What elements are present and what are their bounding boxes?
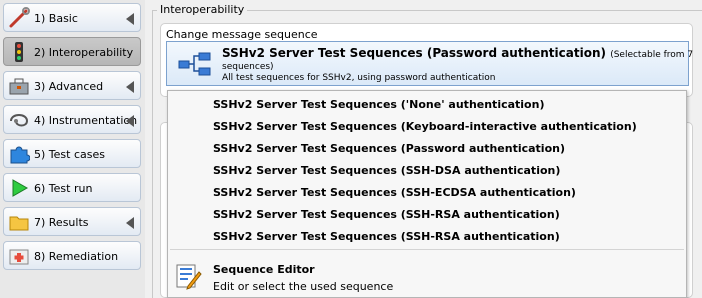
sequence-panel: Change message sequence SSHv2 Server Tes… xyxy=(160,23,693,97)
wrench-icon xyxy=(8,7,30,29)
play-icon xyxy=(8,177,30,199)
toolbox-icon xyxy=(8,75,30,97)
traffic-light-icon xyxy=(8,41,30,63)
expand-arrow-icon[interactable] xyxy=(126,115,134,127)
sequence-dropdown: SSHv2 Server Test Sequences ('None' auth… xyxy=(167,90,687,298)
sidebar-item-test-cases[interactable]: 5) Test cases xyxy=(3,139,141,168)
group-title: Interoperability xyxy=(157,3,248,16)
expand-arrow-icon[interactable] xyxy=(126,217,134,229)
sequence-icon xyxy=(178,51,212,77)
selected-sequence-title: SSHv2 Server Test Sequences (Password au… xyxy=(222,46,694,60)
sidebar-item-remediation[interactable]: 8) Remediation xyxy=(3,241,141,270)
panel-title: Change message sequence xyxy=(166,28,318,41)
group-border xyxy=(152,10,153,298)
sidebar-item-instrumentation[interactable]: 4) Instrumentation xyxy=(3,105,141,134)
sidebar-item-results[interactable]: 7) Results xyxy=(3,207,141,236)
sequence-selector[interactable]: SSHv2 Server Test Sequences (Password au… xyxy=(166,41,693,86)
sidebar-item-label: 2) Interoperability xyxy=(34,46,134,59)
sidebar-item-basic[interactable]: 1) Basic xyxy=(3,3,141,32)
expand-arrow-icon[interactable] xyxy=(126,13,134,25)
sidebar-item-label: 6) Test run xyxy=(34,182,93,195)
selectable-count-note-cont: sequences) xyxy=(222,62,274,72)
expand-arrow-icon[interactable] xyxy=(126,81,134,93)
sidebar-item-interoperability[interactable]: 2) Interoperability xyxy=(3,37,141,66)
folder-icon xyxy=(8,211,30,233)
sidebar-item-test-run[interactable]: 6) Test run xyxy=(3,173,141,202)
dropdown-separator xyxy=(170,249,684,250)
sidebar-item-label: 7) Results xyxy=(34,216,89,229)
sidebar-item-label: 8) Remediation xyxy=(34,250,119,263)
dropdown-item-keyboard-interactive-auth[interactable]: SSHv2 Server Test Sequences (Keyboard-in… xyxy=(213,120,637,133)
sequence-editor-title[interactable]: Sequence Editor xyxy=(213,263,315,276)
dropdown-item-none-auth[interactable]: SSHv2 Server Test Sequences ('None' auth… xyxy=(213,98,544,111)
stethoscope-icon xyxy=(8,109,30,131)
sidebar-item-label: 5) Test cases xyxy=(34,148,105,161)
dropdown-item-ssh-dsa-auth[interactable]: SSHv2 Server Test Sequences (SSH-DSA aut… xyxy=(213,164,560,177)
first-aid-icon xyxy=(8,245,30,267)
dropdown-item-ssh-rsa-auth-2[interactable]: SSHv2 Server Test Sequences (SSH-RSA aut… xyxy=(213,230,560,243)
sidebar-item-advanced[interactable]: 3) Advanced xyxy=(3,71,141,100)
main-content: Interoperability Change message sequence… xyxy=(145,0,702,298)
selected-sequence-description: All test sequences for SSHv2, using pass… xyxy=(222,73,496,83)
sidebar: 1) Basic 2) Interoperability 3) Advanced… xyxy=(0,0,145,298)
selectable-count-note: (Selectable from 7 xyxy=(610,50,694,60)
sidebar-item-label: 4) Instrumentation xyxy=(34,114,138,127)
dropdown-item-password-auth[interactable]: SSHv2 Server Test Sequences (Password au… xyxy=(213,142,565,155)
dropdown-item-ssh-ecdsa-auth[interactable]: SSHv2 Server Test Sequences (SSH-ECDSA a… xyxy=(213,186,576,199)
sidebar-item-label: 3) Advanced xyxy=(34,80,104,93)
sidebar-item-label: 1) Basic xyxy=(34,12,78,25)
puzzle-icon xyxy=(8,143,31,165)
sequence-editor-icon xyxy=(174,262,202,290)
sequence-editor-description: Edit or select the used sequence xyxy=(213,280,394,293)
dropdown-item-ssh-rsa-auth[interactable]: SSHv2 Server Test Sequences (SSH-RSA aut… xyxy=(213,208,560,221)
